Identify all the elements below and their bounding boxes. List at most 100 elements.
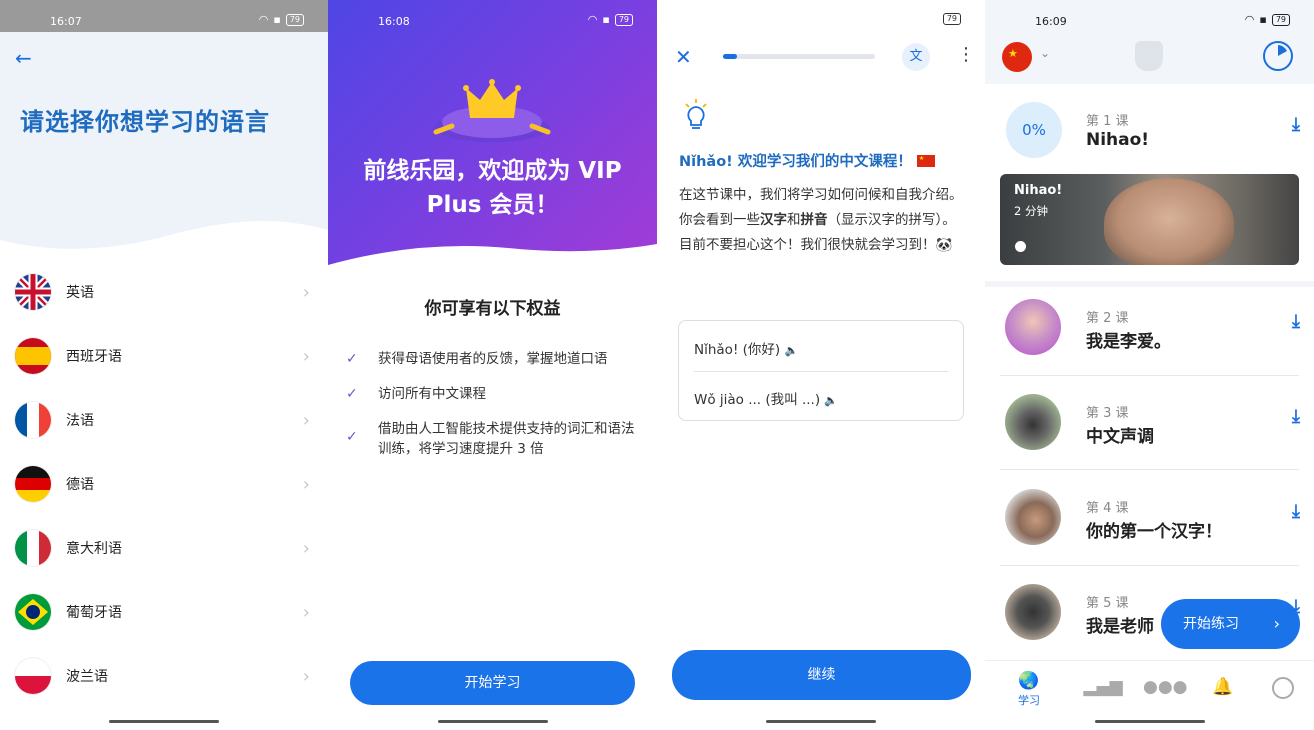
france-flag-icon xyxy=(15,402,51,438)
header-wave xyxy=(0,221,328,262)
language-select-screen: 16:07 ◠ ▪ 79 ← 请选择你想学习的语言 英语 › 西班牙语 › 法语 ›… xyxy=(0,0,328,730)
nav-notifications[interactable]: 🔔 xyxy=(1203,677,1243,697)
phrase-row[interactable]: Nǐhǎo! (你好) 🔈 xyxy=(694,338,798,358)
lesson-avatar xyxy=(1005,584,1061,640)
divider xyxy=(694,371,948,372)
speaker-icon[interactable]: 🔈 xyxy=(784,344,798,357)
close-icon[interactable]: ✕ xyxy=(675,45,692,69)
body-text: 你会看到一些 xyxy=(679,212,760,228)
lesson-avatar xyxy=(1005,489,1061,545)
more-options-icon[interactable]: ⋮ xyxy=(957,44,975,65)
video-thumbnail xyxy=(1104,178,1234,265)
download-icon[interactable]: ⤓ xyxy=(1292,311,1300,332)
chevron-right-icon: › xyxy=(302,474,310,495)
lesson-progress-bar xyxy=(723,54,875,59)
course-screen: 16:09 ◠ ▪ 79 ★ ⌄ 0% 第 1 课 Nihao! ⤓ Nihao! … xyxy=(985,0,1314,730)
data-icon: ▪ xyxy=(273,13,281,26)
download-icon[interactable]: ⤓ xyxy=(1292,501,1300,522)
list-item-polish[interactable]: 波兰语 › xyxy=(0,644,328,708)
status-bar: 16:09 ◠ ▪ 79 xyxy=(985,0,1314,32)
video-duration: 2 分钟 xyxy=(1014,204,1048,218)
benefit-text: 获得母语使用者的反馈，掌握地道口语 xyxy=(378,351,608,367)
nav-stats[interactable]: ▂▄▆ xyxy=(1083,677,1123,697)
start-learning-button[interactable]: 开始学习 xyxy=(350,661,635,705)
benefit-text: 访问所有中文课程 xyxy=(378,386,486,402)
shield-icon[interactable] xyxy=(1135,41,1163,71)
list-item-italian[interactable]: 意大利语 › xyxy=(0,516,328,580)
chevron-right-icon: › xyxy=(302,666,310,687)
nav-learn[interactable]: 🌏 学习 xyxy=(1009,671,1049,708)
list-item-english[interactable]: 英语 › xyxy=(0,260,328,324)
chevron-right-icon: › xyxy=(302,346,310,367)
battery-icon: 79 xyxy=(285,13,304,26)
hero-title-line1: 前线乐园，欢迎成为 VIP xyxy=(363,158,622,184)
lesson-intro-screen: 79 ✕ 文 ⋮ Nǐhǎo! 欢迎学习我们的中文课程！ ★ 在这节课中，我们将… xyxy=(657,0,985,730)
lesson-row[interactable]: 第 4 课 你的第一个汉字！ ⤓ xyxy=(985,489,1314,549)
language-label: 意大利语 xyxy=(66,541,122,557)
lesson-row[interactable]: 第 3 课 中文声调 ⤓ xyxy=(985,394,1314,454)
data-icon: ▪ xyxy=(602,13,610,26)
list-item-spanish[interactable]: 西班牙语 › xyxy=(0,324,328,388)
status-bar: 16:08 ◠ ▪ 79 xyxy=(328,0,657,32)
speaker-icon[interactable]: 🔈 xyxy=(824,394,838,407)
germany-flag-icon xyxy=(15,466,51,502)
download-icon[interactable]: ⤓ xyxy=(1292,114,1300,135)
translate-icon[interactable]: 文 xyxy=(902,43,930,71)
phrase-row[interactable]: Wǒ jiào ... (我叫 ...) 🔈 xyxy=(694,388,838,408)
hero-banner: 前线乐园，欢迎成为 VIP Plus 会员！ xyxy=(328,0,657,265)
divider xyxy=(1000,375,1299,376)
lesson-row[interactable]: 0% 第 1 课 Nihao! ⤓ xyxy=(985,102,1314,162)
phrase-text: Wǒ jiào ... (我叫 ...) xyxy=(694,392,821,408)
back-arrow-icon[interactable]: ← xyxy=(15,46,32,70)
battery-icon: 79 xyxy=(942,13,961,25)
lesson-name: 中文声调 xyxy=(1086,427,1154,447)
body-text: 和 xyxy=(787,212,801,228)
language-label: 德语 xyxy=(66,477,94,493)
list-item-german[interactable]: 德语 › xyxy=(0,452,328,516)
list-item-portuguese[interactable]: 葡萄牙语 › xyxy=(0,580,328,644)
video-card[interactable]: Nihao! 2 分钟 xyxy=(1000,174,1299,265)
language-label: 法语 xyxy=(66,413,94,429)
bell-icon: 🔔 xyxy=(1212,677,1234,697)
divider xyxy=(1000,565,1299,566)
body-paragraph: 在这节课中，我们将学习如何问候和自我介绍。 xyxy=(679,187,963,203)
crown-cushion-icon xyxy=(433,79,551,142)
lesson-name: Nihao! xyxy=(1086,130,1150,150)
lesson-name: 我是李爱。 xyxy=(1086,332,1171,352)
nav-community[interactable]: ●●● xyxy=(1143,677,1188,697)
lesson-heading-text: Nǐhǎo! 欢迎学习我们的中文课程！ xyxy=(679,154,912,170)
start-practice-button[interactable]: 开始练习 › xyxy=(1161,599,1300,649)
profile-icon xyxy=(1272,677,1294,699)
home-indicator xyxy=(109,720,219,723)
phrase-card: Nǐhǎo! (你好) 🔈 Wǒ jiào ... (我叫 ...) 🔈 xyxy=(678,320,964,421)
chevron-right-icon: › xyxy=(302,538,310,559)
lesson-row[interactable]: 第 2 课 我是李爱。 ⤓ xyxy=(985,299,1314,359)
poland-flag-icon xyxy=(15,658,51,694)
download-icon[interactable]: ⤓ xyxy=(1292,406,1300,427)
progress-ring-icon[interactable] xyxy=(1263,41,1293,71)
home-indicator xyxy=(766,720,876,723)
video-indicator xyxy=(1015,241,1026,252)
body-paragraph: 你会看到一些汉字和拼音（显示汉字的拼写）。目前不要担心这个！我们很快就会学习到！… xyxy=(679,208,969,258)
chevron-down-icon[interactable]: ⌄ xyxy=(1040,46,1050,60)
body-bold-text: 汉字 xyxy=(760,212,787,228)
benefit-item: ✓ 获得母语使用者的反馈，掌握地道口语 xyxy=(346,349,646,369)
benefit-item: ✓ 借助由人工智能技术提供支持的词汇和语法训练，将学习速度提升 3 倍 xyxy=(346,419,636,459)
benefit-item: ✓ 访问所有中文课程 xyxy=(346,384,646,404)
status-bar: 16:07 ◠ ▪ 79 xyxy=(0,0,328,32)
vip-welcome-screen: 前线乐园，欢迎成为 VIP Plus 会员！ 16:08 ◠ ▪ 79 你可享有以下… xyxy=(328,0,657,730)
lesson-avatar xyxy=(1005,394,1061,450)
status-time: 16:07 xyxy=(50,15,82,28)
language-label: 英语 xyxy=(66,285,94,301)
language-list: 英语 › 西班牙语 › 法语 › 德语 › 意大利语 › 葡萄牙语 › 波兰语 … xyxy=(0,260,328,708)
lesson-body: 在这节课中，我们将学习如何问候和自我介绍。 你会看到一些汉字和拼音（显示汉字的拼… xyxy=(679,183,969,258)
lesson-heading: Nǐhǎo! 欢迎学习我们的中文课程！ ★ xyxy=(679,150,935,171)
continue-button[interactable]: 继续 xyxy=(672,650,971,700)
hero-title: 前线乐园，欢迎成为 VIP Plus 会员！ xyxy=(328,154,657,222)
nav-profile[interactable] xyxy=(1263,677,1303,704)
list-item-french[interactable]: 法语 › xyxy=(0,388,328,452)
language-label: 西班牙语 xyxy=(66,349,122,365)
lightbulb-icon xyxy=(685,99,707,129)
wifi-icon: ◠ xyxy=(258,13,269,26)
chinese-flag-icon[interactable]: ★ xyxy=(1002,42,1032,72)
